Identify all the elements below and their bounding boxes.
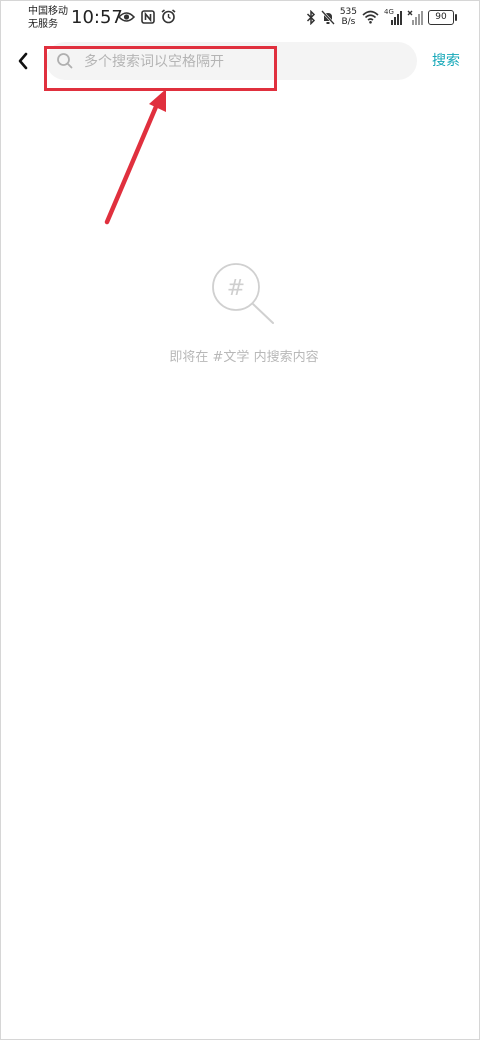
search-icon — [57, 53, 73, 69]
status-icons-left — [118, 9, 176, 24]
cellular-signal: 4G — [384, 8, 402, 25]
wifi-icon — [362, 10, 379, 24]
empty-state-message: 即将在 #文学 内搜索内容 — [169, 350, 319, 365]
hashtag-search-icon: # — [212, 263, 274, 324]
mute-bell-icon — [320, 9, 335, 25]
network-speed-value: 535 — [339, 7, 357, 17]
nfc-icon — [141, 9, 155, 24]
network-speed-unit: B/s — [341, 17, 356, 27]
back-button[interactable] — [12, 48, 36, 74]
battery-icon: 90 — [428, 9, 457, 25]
carrier-info: 中国移动 无服务 — [28, 5, 68, 31]
back-arrow-icon — [18, 52, 28, 70]
search-box[interactable] — [46, 42, 417, 82]
service-status: 无服务 — [28, 19, 58, 30]
status-bar: 中国移动 无服务 10:57 535 B/s 4G 90 — [0, 0, 480, 36]
bluetooth-icon — [306, 9, 315, 25]
alarm-icon — [161, 9, 176, 24]
annotation-arrow — [104, 89, 166, 225]
network-speed: 535 B/s — [340, 7, 357, 27]
screen-frame — [0, 0, 480, 1040]
status-time: 10:57 — [71, 7, 123, 28]
carrier-name: 中国移动 — [28, 6, 68, 17]
no-signal-icon — [407, 10, 423, 25]
hashtag-symbol: # — [227, 276, 245, 301]
status-icons-right: 535 B/s 4G 90 — [306, 7, 457, 27]
search-input[interactable] — [82, 42, 406, 82]
eye-icon — [118, 11, 135, 22]
signal-icon — [391, 10, 402, 25]
search-button[interactable]: 搜索 — [432, 50, 460, 70]
